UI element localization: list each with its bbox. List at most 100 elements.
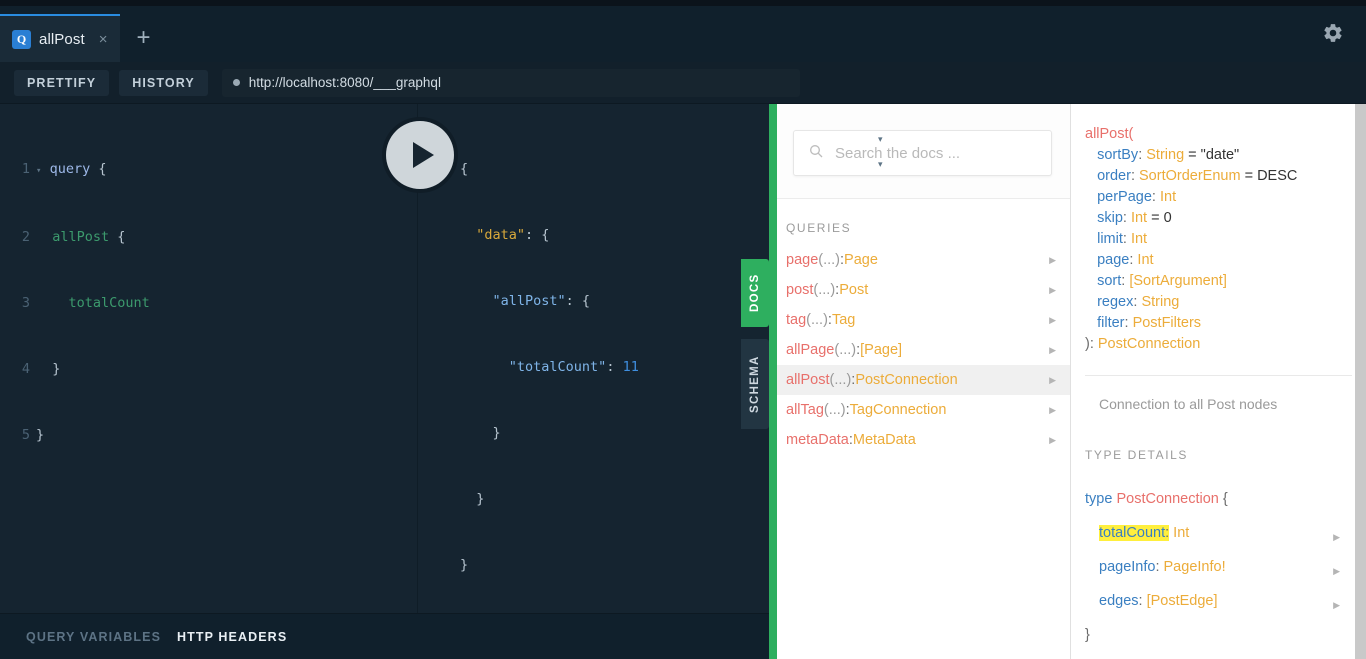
arg-sep: :: [1122, 231, 1131, 247]
field-args: (...): [834, 342, 857, 358]
arg-name: limit: [1097, 231, 1123, 247]
chevron-right-icon[interactable]: ▶: [1049, 375, 1056, 386]
field-type: PageInfo!: [1163, 559, 1226, 575]
result-line: }: [418, 488, 775, 510]
chevron-right-icon[interactable]: ▶: [1049, 435, 1056, 446]
history-button[interactable]: HISTORY: [119, 69, 208, 96]
editor-brace: }: [36, 427, 45, 443]
chevron-right-icon[interactable]: ▶: [1333, 527, 1340, 547]
result-brace: }: [492, 425, 501, 441]
docs-query-allpost[interactable]: allPost (...): PostConnection ▶: [775, 365, 1070, 395]
arg-default: = 0: [1147, 210, 1172, 226]
chevron-right-icon[interactable]: ▶: [1333, 561, 1340, 581]
result-line: "allPost": {: [418, 290, 775, 312]
docs-scrollbar-thumb[interactable]: [1355, 104, 1366, 659]
docs-resize-handle[interactable]: [769, 104, 777, 659]
prettify-button[interactable]: PRETTIFY: [14, 69, 110, 96]
docs-side-tabs: DOCS SCHEMA: [741, 259, 769, 429]
field-args: (...): [818, 252, 841, 268]
chevron-right-icon[interactable]: ▶: [1049, 345, 1056, 356]
editor-brace: {: [90, 161, 107, 177]
signature-arg: sort: [SortArgument]: [1085, 271, 1366, 292]
chevron-right-icon[interactable]: ▶: [1333, 595, 1340, 615]
tab-schema[interactable]: SCHEMA: [741, 339, 769, 429]
result-value-totalcount: 11: [622, 359, 639, 375]
search-input[interactable]: Search the docs ...: [793, 130, 1052, 176]
fold-caret-icon[interactable]: ▾: [36, 166, 41, 176]
tab-http-headers[interactable]: HTTP HEADERS: [177, 630, 287, 644]
signature-arg: order: SortOrderEnum = DESC: [1085, 166, 1366, 187]
tab-query-variables[interactable]: QUERY VARIABLES: [26, 630, 161, 644]
docs-section-queries: QUERIES: [786, 221, 852, 235]
editor-field-totalcount: totalCount: [68, 295, 150, 311]
type-field-totalcount[interactable]: totalCount: Int ▶: [1085, 516, 1366, 550]
field-type: Tag: [831, 312, 856, 328]
signature-return-line: ): PostConnection: [1085, 334, 1366, 355]
arguments-heading: ARGUMENTS: [1085, 652, 1366, 659]
field-name: allTag: [786, 402, 824, 418]
editor-keyword: query: [49, 161, 91, 177]
result-line: }: [418, 422, 775, 444]
type-description: Connection to all Post nodes: [1099, 396, 1278, 412]
query-badge-icon: Q: [12, 29, 31, 49]
result-viewer: ▾ ▾ { "data": { "allPost": { "totalCount…: [418, 104, 883, 659]
arg-sep: :: [1130, 168, 1140, 184]
chevron-right-icon[interactable]: ▶: [1049, 405, 1056, 416]
result-key-allpost: "allPost": [492, 293, 566, 309]
docs-query-post[interactable]: post (...): Post ▶: [775, 275, 1070, 305]
chevron-right-icon[interactable]: ▶: [1049, 255, 1056, 266]
editor-brace: {: [109, 229, 126, 245]
docs-query-alltag[interactable]: allTag (...): TagConnection ▶: [775, 395, 1070, 425]
field-name: page: [786, 252, 819, 268]
status-dot-icon: [232, 79, 240, 86]
type-name[interactable]: PostConnection: [1116, 491, 1218, 507]
gear-icon[interactable]: [1318, 18, 1348, 48]
endpoint-url-field[interactable]: http://localhost:8080/___graphql: [221, 68, 800, 97]
arg-type: PostFilters: [1132, 315, 1202, 331]
fold-caret-icon[interactable]: ▾: [878, 134, 883, 145]
field-args: (...): [806, 312, 828, 328]
tab-docs[interactable]: DOCS: [741, 259, 769, 327]
fold-caret-icon[interactable]: ▾: [878, 159, 883, 170]
graphiql-app: Q allPost × + PRETTIFY HISTORY http://lo…: [0, 0, 1366, 659]
type-close-brace: }: [1085, 618, 1366, 652]
field-name: tag: [786, 312, 807, 328]
result-key-totalcount: "totalCount": [508, 359, 607, 375]
docs-query-page[interactable]: page (...): Page ▶: [775, 245, 1070, 275]
field-highlight: totalCount:: [1099, 525, 1170, 541]
docs-query-metadata[interactable]: metaData: MetaData ▶: [775, 425, 1070, 455]
toolbar: PRETTIFY HISTORY http://localhost:8080/_…: [0, 62, 1366, 104]
arg-name: filter: [1097, 315, 1125, 331]
editor-line: 5}: [0, 424, 417, 446]
editor-brace: }: [52, 361, 61, 377]
execute-query-button[interactable]: [386, 121, 454, 189]
arg-sep: :: [1151, 189, 1160, 205]
chevron-right-icon[interactable]: ▶: [1049, 315, 1056, 326]
tab-allpost[interactable]: Q allPost ×: [0, 14, 120, 62]
docs-scrollbar[interactable]: [1355, 104, 1366, 659]
signature-return-type[interactable]: PostConnection: [1098, 336, 1200, 352]
field-name: allPost: [786, 372, 830, 388]
field-type: Int: [1173, 525, 1190, 541]
docs-query-allpage[interactable]: allPage (...): [Page] ▶: [775, 335, 1070, 365]
editor-line: 4 }: [0, 358, 417, 380]
result-line: }: [418, 554, 775, 576]
close-icon[interactable]: ×: [99, 32, 108, 47]
arg-type: Int: [1159, 189, 1177, 205]
field-args: (...): [823, 402, 846, 418]
field-type: TagConnection: [849, 402, 947, 418]
editor-field-allpost: allPost: [52, 229, 110, 245]
docs-query-tag[interactable]: tag (...): Tag ▶: [775, 305, 1070, 335]
type-field-pageinfo[interactable]: pageInfo: PageInfo! ▶: [1085, 550, 1366, 584]
field-type: MetaData: [852, 432, 916, 448]
line-number: 1: [21, 161, 30, 177]
line-number: 4: [21, 361, 30, 377]
type-field-edges[interactable]: edges: [PostEdge] ▶: [1085, 584, 1366, 618]
add-tab-button[interactable]: +: [120, 14, 168, 62]
chevron-right-icon[interactable]: ▶: [1049, 285, 1056, 296]
signature-arg: filter: PostFilters: [1085, 313, 1366, 334]
docs-panel: Search the docs ... QUERIES page (...): P…: [775, 104, 1366, 659]
result-brace: }: [460, 557, 469, 573]
query-editor[interactable]: 1 ▾ query { 2 allPost { 3 totalCount 4 } …: [0, 104, 418, 659]
field-name: edges: [1099, 593, 1139, 609]
